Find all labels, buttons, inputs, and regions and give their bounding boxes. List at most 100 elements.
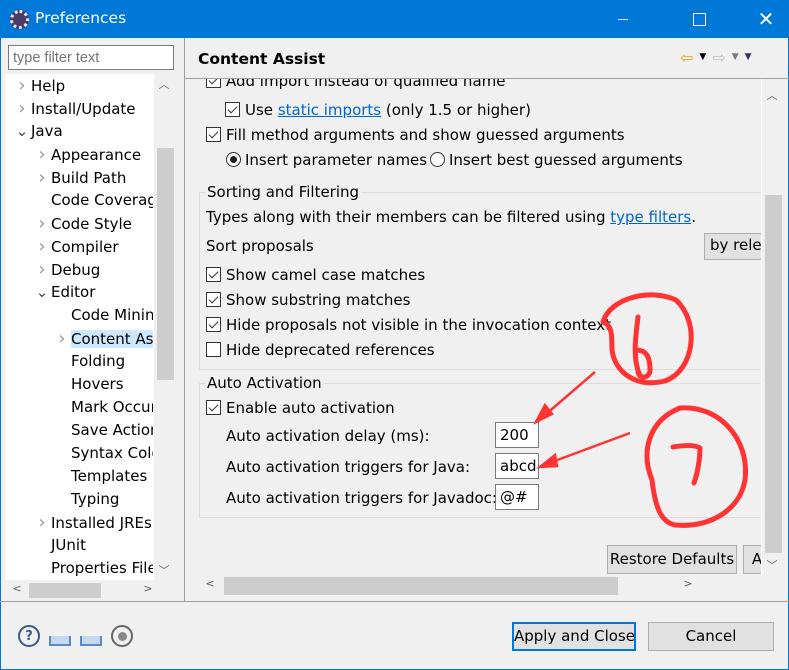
panel-divider[interactable] <box>184 38 185 601</box>
close-button[interactable]: ✕ <box>743 0 789 38</box>
chevron-right-icon[interactable]: › <box>33 143 51 166</box>
tree-item[interactable]: Code Minings <box>53 304 153 327</box>
tree-item[interactable]: Templates <box>53 465 147 488</box>
add-import-checkbox[interactable] <box>206 79 221 88</box>
camel-case-option[interactable]: Show camel case matches <box>206 264 425 286</box>
tree-item[interactable]: Properties Files Editor <box>33 557 153 580</box>
apply-and-close-button[interactable]: Apply and Close <box>512 622 636 651</box>
sorting-filtering-title: Sorting and Filtering <box>205 183 362 201</box>
hide-invisible-checkbox[interactable] <box>206 317 221 332</box>
scroll-up-icon[interactable]: ︿ <box>154 76 174 92</box>
scroll-right-icon[interactable]: > <box>138 582 158 595</box>
page-title: Content Assist <box>198 50 326 68</box>
tree-item[interactable]: Folding <box>53 350 125 373</box>
tree-item[interactable]: ⌄ Java <box>13 120 63 143</box>
tree-item[interactable]: Hovers <box>53 373 124 396</box>
oomph-record-icon[interactable] <box>111 625 133 647</box>
content-scroll-up-icon[interactable]: ︿ <box>762 87 782 103</box>
help-icon[interactable]: ? <box>18 625 40 647</box>
content-horizontal-scrollbar[interactable]: < > <box>198 575 761 595</box>
tree-item[interactable]: › Compiler <box>33 235 118 258</box>
fill-method-args-checkbox[interactable] <box>206 127 221 142</box>
tree-hscroll-thumb[interactable] <box>29 583 101 598</box>
scroll-left-icon[interactable]: < <box>7 582 27 595</box>
tree-item[interactable]: › Code Style <box>33 212 132 235</box>
view-menu-icon[interactable]: ▼ <box>745 52 752 62</box>
forward-arrow-icon[interactable]: ⇨ <box>712 48 725 67</box>
chevron-right-icon[interactable]: › <box>33 235 51 258</box>
hide-invisible-option[interactable]: Hide proposals not visible in the invoca… <box>206 314 611 336</box>
enable-auto-activation-option[interactable]: Enable auto activation <box>206 397 395 419</box>
hide-invisible-label: Hide proposals not visible in the invoca… <box>226 316 612 334</box>
tree-scroll-thumb[interactable] <box>157 148 174 380</box>
tree-item-label: Code Style <box>51 215 132 233</box>
static-imports-link[interactable]: static imports <box>278 101 381 119</box>
sort-proposals-combo[interactable]: by relevance <box>704 233 761 260</box>
hide-deprecated-option[interactable]: Hide deprecated references <box>206 339 435 361</box>
java-triggers-input[interactable]: abcd <box>495 453 539 479</box>
maximize-button[interactable] <box>676 0 722 38</box>
content-scroll-thumb[interactable] <box>765 195 782 553</box>
tree-item[interactable]: › Install/Update <box>13 97 135 120</box>
tree-item-label: Hovers <box>71 375 124 393</box>
import-icon[interactable] <box>49 636 71 646</box>
back-arrow-icon[interactable]: ⇦ <box>680 48 693 67</box>
insert-best-guessed-label: Insert best guessed arguments <box>449 151 683 169</box>
tree-item[interactable]: › Appearance <box>33 143 141 166</box>
tree-item[interactable]: ›Content Assist <box>53 327 153 350</box>
chevron-right-icon[interactable]: › <box>33 511 51 534</box>
insert-param-names-radio-dot[interactable] <box>226 152 241 167</box>
content-hscroll-thumb[interactable] <box>224 577 618 595</box>
tree-item[interactable]: › Help <box>13 74 65 97</box>
export-icon[interactable] <box>80 636 102 646</box>
tree-item[interactable]: ⌄ Editor <box>33 281 96 304</box>
tree-item-label: Syntax Coloring <box>71 444 153 462</box>
content-vertical-scrollbar[interactable]: ︿ ﹀ <box>761 79 782 576</box>
hide-deprecated-checkbox[interactable] <box>206 342 221 357</box>
chevron-right-icon[interactable]: › <box>33 166 51 189</box>
use-static-imports-option[interactable]: Use static imports (only 1.5 or higher) <box>225 99 531 121</box>
restore-defaults-button[interactable]: Restore Defaults <box>607 545 737 574</box>
chevron-right-icon[interactable]: › <box>13 97 31 120</box>
delay-input[interactable]: 200 <box>495 422 539 448</box>
filter-input[interactable] <box>8 45 174 70</box>
tree-item[interactable]: › Debug <box>33 258 100 281</box>
insert-param-names-radio[interactable]: Insert parameter names <box>226 149 427 171</box>
tree-item[interactable]: Code Coverage <box>33 189 153 212</box>
camel-case-checkbox[interactable] <box>206 267 221 282</box>
chevron-right-icon[interactable]: › <box>53 327 71 350</box>
type-filters-link[interactable]: type filters <box>610 208 691 226</box>
apply-button[interactable]: Apply <box>743 545 761 574</box>
tree-item[interactable]: Syntax Coloring <box>53 442 153 465</box>
fill-method-args-option[interactable]: Fill method arguments and show guessed a… <box>206 124 625 146</box>
substring-option[interactable]: Show substring matches <box>206 289 410 311</box>
tree-horizontal-scrollbar[interactable]: < > <box>5 580 174 600</box>
javadoc-triggers-input[interactable]: @# <box>495 484 539 510</box>
tree-vertical-scrollbar[interactable]: ︿ ﹀ <box>154 74 174 580</box>
content-scroll-down-icon[interactable]: ﹀ <box>762 557 782 573</box>
chevron-right-icon[interactable]: › <box>13 74 31 97</box>
minimize-button[interactable] <box>600 0 646 38</box>
substring-checkbox[interactable] <box>206 292 221 307</box>
tree-item[interactable]: Mark Occurrences <box>53 396 153 419</box>
insert-best-guessed-radio[interactable]: Insert best guessed arguments <box>430 149 683 171</box>
chevron-down-icon[interactable]: ⌄ <box>33 281 51 304</box>
content-scroll-left-icon[interactable]: < <box>200 577 220 590</box>
tree-item[interactable]: › Build Path <box>33 166 126 189</box>
back-menu-chevron-icon[interactable]: ▼ <box>699 52 706 62</box>
insert-best-guessed-radio-dot[interactable] <box>430 152 445 167</box>
chevron-right-icon[interactable]: › <box>33 212 51 235</box>
enable-auto-activation-checkbox[interactable] <box>206 400 221 415</box>
tree-item[interactable]: Save Actions <box>53 419 153 442</box>
content-scroll-right-icon[interactable]: > <box>678 577 698 590</box>
tree-item[interactable]: Typing <box>53 488 119 511</box>
cancel-button[interactable]: Cancel <box>648 622 774 651</box>
scroll-down-icon[interactable]: ﹀ <box>154 562 174 578</box>
tree-item[interactable]: JUnit <box>33 534 86 557</box>
use-static-imports-checkbox[interactable] <box>225 102 240 117</box>
chevron-down-icon[interactable]: ⌄ <box>13 120 31 143</box>
tree-item[interactable]: › Installed JREs <box>33 511 151 534</box>
forward-menu-chevron-icon[interactable]: ▼ <box>732 52 739 62</box>
chevron-right-icon[interactable]: › <box>33 258 51 281</box>
add-import-option[interactable]: Add import instead of qualified name <box>206 79 505 92</box>
